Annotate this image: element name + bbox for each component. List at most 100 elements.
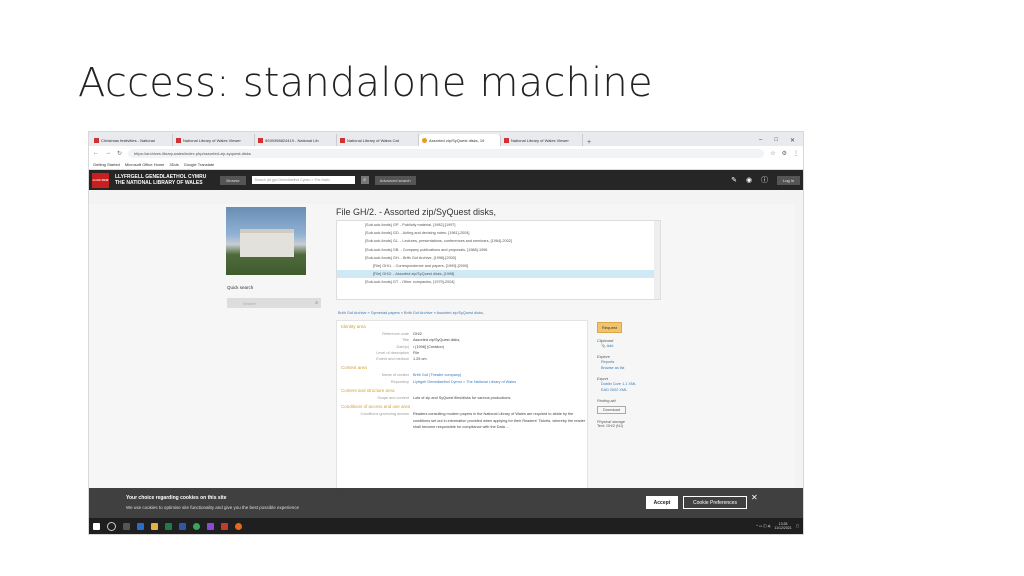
- outlook-icon[interactable]: [137, 522, 144, 530]
- bookmark-item[interactable]: Getting Started: [93, 162, 120, 167]
- maximize-icon[interactable]: □: [774, 137, 778, 143]
- browser-tab-active[interactable]: Assorted zip/SyQuest disks, 19: [419, 134, 501, 146]
- library-name: LLYFRGELL GENEDLAETHOL CYMRU THE NATIONA…: [115, 174, 207, 186]
- tree-item[interactable]: [Sub-sub-fonds] GP. - Publicity material…: [337, 221, 660, 229]
- tree-scrollbar[interactable]: [654, 221, 660, 299]
- browse-as-list-link[interactable]: Browse as list: [597, 365, 687, 371]
- record-thumbnail[interactable]: [226, 207, 306, 275]
- search-icon[interactable]: [107, 521, 116, 531]
- firefox-icon[interactable]: [235, 522, 242, 530]
- task-view-icon[interactable]: [123, 522, 130, 530]
- site-header: LLGC NLW LLYFRGELL GENEDLAETHOL CYMRU TH…: [89, 170, 803, 190]
- browser-tab[interactable]: 9939398824419 - National Lib: [255, 134, 337, 146]
- browser-tab-strip: Christmas festivities - National Nationa…: [89, 132, 803, 146]
- record-details: Identity area Reference code GH/2 Title As…: [336, 320, 588, 492]
- reload-icon[interactable]: ↻: [117, 150, 122, 157]
- search-icon[interactable]: ⌕: [315, 300, 318, 306]
- browser-tab[interactable]: National Library of Wales Viewer: [173, 134, 255, 146]
- folder-icon[interactable]: [151, 522, 158, 530]
- advanced-search-button[interactable]: Advanced search: [374, 175, 416, 185]
- minimize-icon[interactable]: –: [759, 137, 762, 143]
- login-button[interactable]: Log in: [777, 175, 800, 185]
- section-heading: Identity area: [341, 324, 366, 329]
- extensions-icon[interactable]: ⚙: [782, 150, 787, 157]
- actions-sidebar: Request Clipboard 📎 Add Explore Reports …: [597, 322, 687, 428]
- tree-item[interactable]: [File] GH/1. - Correspondence and papers…: [337, 262, 660, 270]
- section-heading: Context area: [341, 365, 367, 371]
- quick-search-input[interactable]: Search ⌕: [227, 298, 321, 308]
- field-row: Extent and medium 1.25 cm: [376, 357, 427, 362]
- tree-item[interactable]: [Sub-sub-fonds] GB. - Company publicatio…: [337, 246, 660, 254]
- accept-cookies-button[interactable]: Accept: [646, 496, 678, 509]
- tree-item[interactable]: [Sub-sub-fonds] GT. - Other companies, […: [337, 278, 660, 286]
- star-icon[interactable]: ☆: [770, 150, 775, 157]
- slide-title: Access: standalone machine: [78, 60, 653, 106]
- screenshot: Christmas festivities - National Nationa…: [88, 131, 804, 535]
- favicon-icon: [504, 137, 509, 143]
- new-tab-icon[interactable]: +: [587, 139, 591, 146]
- powerpoint-icon[interactable]: [221, 522, 228, 530]
- tree-item[interactable]: [Sub-sub-fonds] GD. - Acting and devisin…: [337, 229, 660, 237]
- request-button[interactable]: Request: [597, 322, 622, 333]
- close-icon[interactable]: ✕: [790, 137, 795, 144]
- os-taskbar: ^ ▭ ◫ ◂) 13:35 11/12/2021 ▢: [89, 518, 803, 534]
- info-icon[interactable]: ⓘ: [761, 175, 768, 185]
- bookmark-item[interactable]: 3Dds: [169, 162, 178, 167]
- cookie-title: Your choice regarding cookies on this si…: [126, 495, 227, 501]
- finding-aid-heading: Finding aid: [597, 399, 616, 403]
- favicon-icon: [258, 137, 263, 143]
- clipboard-icon[interactable]: ✎: [731, 176, 737, 184]
- page-content: Quick search Search ⌕ File GH/2. - Assor…: [89, 204, 795, 492]
- chrome-icon[interactable]: [193, 522, 200, 530]
- site-search-input[interactable]: Search (at gyd Genedlaethol Cymru > The …: [251, 176, 355, 184]
- bookmark-item[interactable]: Google Translate: [184, 162, 214, 167]
- window-controls: – □ ✕: [759, 134, 803, 146]
- favicon-icon: [340, 137, 345, 143]
- notifications-icon[interactable]: ▢: [796, 524, 799, 528]
- bookmark-item[interactable]: Microsoft Office Home: [125, 162, 165, 167]
- favicon-icon: [176, 137, 181, 143]
- url-input[interactable]: https://archives.library.wales/index.php…: [128, 148, 765, 158]
- bookmarks-bar: Getting Started Microsoft Office Home 3D…: [89, 160, 803, 170]
- excel-icon[interactable]: [165, 522, 172, 530]
- forward-icon[interactable]: →: [105, 150, 111, 156]
- cookie-preferences-button[interactable]: Cookie Preferences: [683, 496, 747, 509]
- word-icon[interactable]: [179, 522, 186, 530]
- search-icon[interactable]: ⌕: [360, 176, 369, 184]
- quick-search-label: Quick search: [227, 285, 254, 290]
- download-button[interactable]: Download: [597, 406, 626, 414]
- teams-icon[interactable]: [207, 522, 214, 530]
- tree-item-selected[interactable]: [File] GH/2. - Assorted zip/SyQuest disk…: [337, 270, 660, 279]
- building-image: [240, 229, 294, 257]
- address-bar-row: ← → ↻ https://archives.library.wales/ind…: [89, 146, 803, 160]
- tray-icons[interactable]: ^ ▭ ◫ ◂): [756, 524, 770, 528]
- tree-item[interactable]: [Sub-sub-fonds] GL. - Lectures, presenta…: [337, 237, 660, 245]
- favicon-icon: [94, 137, 99, 143]
- cookie-text: We use cookies to optimise site function…: [126, 505, 300, 510]
- field-row: Conditions governing access Readers consu…: [360, 412, 586, 429]
- hierarchy-tree: [Sub-sub-fonds] GP. - Publicity material…: [336, 220, 661, 300]
- start-icon[interactable]: [93, 522, 100, 530]
- language-icon[interactable]: ◉: [746, 176, 752, 184]
- browse-button[interactable]: Browse: [220, 175, 246, 185]
- header-icons: ✎ ◉ ⓘ Log in: [731, 175, 800, 185]
- browser-tab[interactable]: National Library of Wales Viewer: [501, 134, 583, 146]
- tree-item[interactable]: [Sub-sub-fonds] GH. - Brith Gof Archive,…: [337, 254, 660, 262]
- ead-link[interactable]: EAD 2002 XML: [597, 387, 687, 393]
- clock[interactable]: 13:35 11/12/2021: [774, 522, 791, 530]
- section-heading: Content and structure area: [341, 388, 395, 394]
- browser-tab[interactable]: National Library of Wales Cat: [337, 134, 419, 146]
- breadcrumb[interactable]: Brith Gof Archive » Gymeriad papers » Br…: [338, 311, 484, 315]
- field-row: Scope and content Lots of zip and SyQuest…: [377, 396, 512, 401]
- menu-icon[interactable]: ⋮: [793, 150, 799, 157]
- system-tray: ^ ▭ ◫ ◂) 13:35 11/12/2021 ▢: [756, 522, 803, 530]
- back-icon[interactable]: ←: [93, 150, 99, 156]
- library-logo[interactable]: LLGC NLW: [92, 172, 109, 188]
- storage-value: Text: GH/2 (NJ): [597, 424, 624, 428]
- add-link[interactable]: 📎 Add: [597, 343, 687, 349]
- browser-tab[interactable]: Christmas festivities - National: [91, 134, 173, 146]
- cookie-banner: Your choice regarding cookies on this si…: [89, 488, 803, 518]
- section-heading: Conditions of access and use area: [341, 404, 411, 410]
- close-icon[interactable]: ✕: [751, 493, 758, 502]
- favicon-icon: [422, 137, 427, 143]
